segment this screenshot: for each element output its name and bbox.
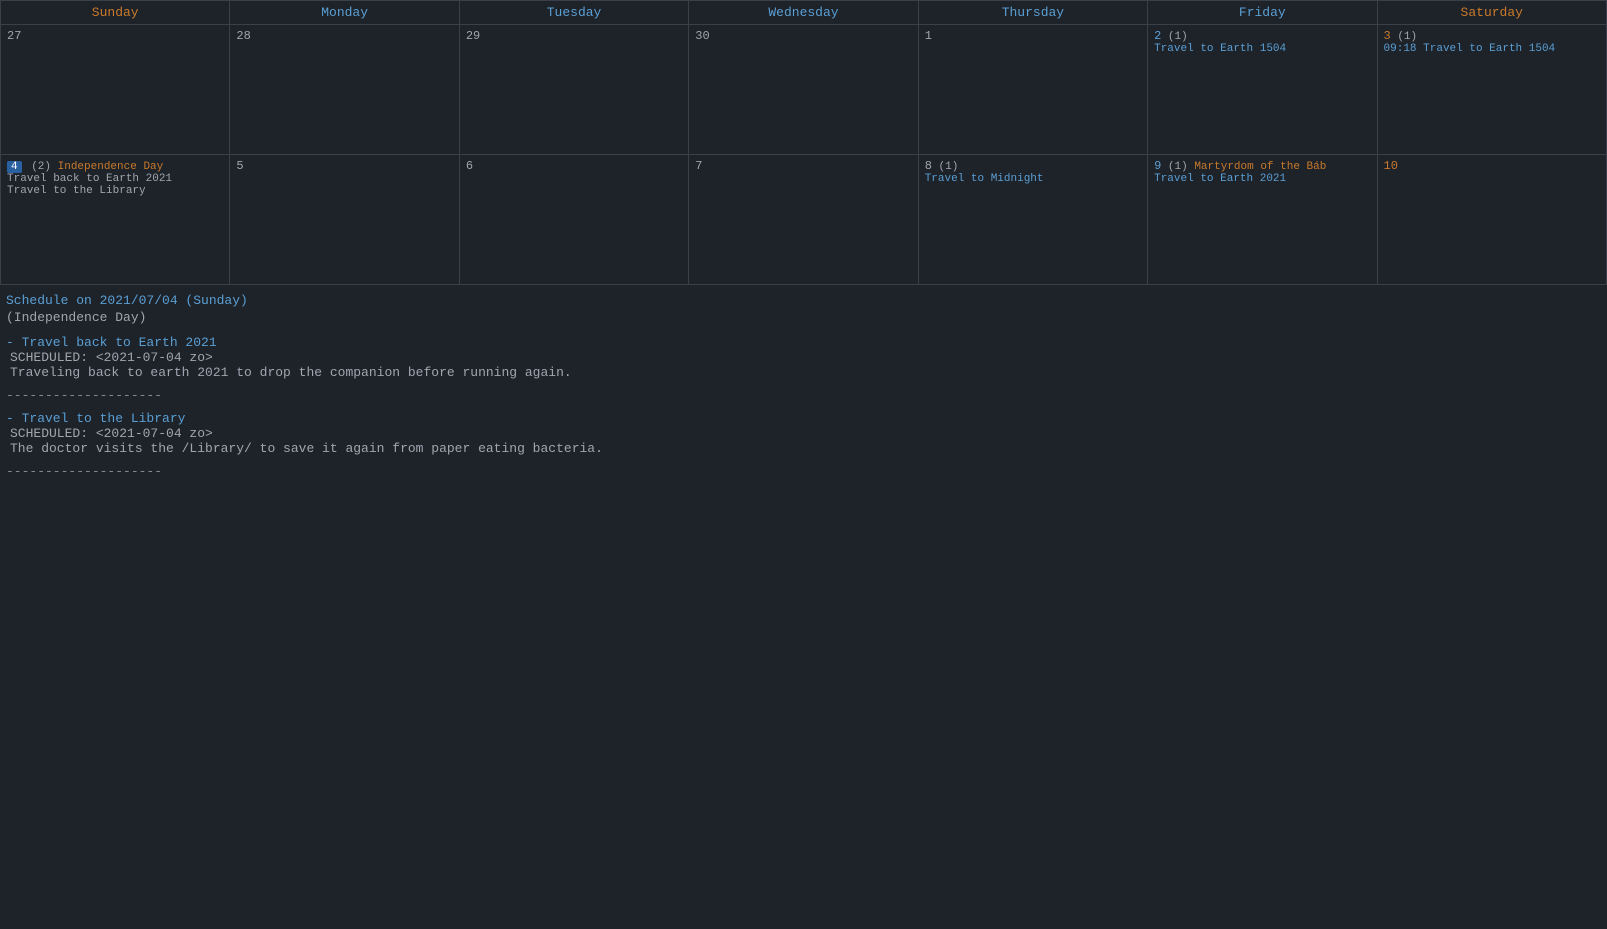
schedule-item-scheduled: SCHEDULED: <2021-07-04 zo> xyxy=(6,350,1601,365)
day-number: 3 (1) xyxy=(1384,29,1600,43)
day-number: 30 xyxy=(695,29,911,43)
schedule-divider: -------------------- xyxy=(6,388,1601,403)
day-event-count: (1) xyxy=(1391,31,1417,43)
day-number: 9 (1) Martyrdom of the Báb xyxy=(1154,159,1370,173)
day-event-count: (1) xyxy=(1161,31,1187,43)
schedule-item-title: - Travel to the Library xyxy=(6,411,1601,426)
calendar-header-saturday: Saturday xyxy=(1377,1,1606,25)
schedule-item-description: The doctor visits the /Library/ to save … xyxy=(6,441,1601,456)
schedule-title: Schedule on 2021/07/04 (Sunday) xyxy=(6,293,1601,308)
calendar-day[interactable]: 27 xyxy=(1,25,230,155)
calendar-day[interactable]: 30 xyxy=(689,25,918,155)
schedule-panel: Schedule on 2021/07/04 (Sunday) (Indepen… xyxy=(0,285,1607,495)
calendar-header-friday: Friday xyxy=(1148,1,1377,25)
day-number-text: 10 xyxy=(1384,159,1398,173)
schedule-item: - Travel back to Earth 2021 SCHEDULED: <… xyxy=(6,335,1601,380)
calendar-day[interactable]: 6 xyxy=(459,155,688,285)
day-event-count: (1) xyxy=(1161,161,1187,173)
calendar-day[interactable]: 4 (2) Independence DayTravel back to Ear… xyxy=(1,155,230,285)
schedule-item-scheduled: SCHEDULED: <2021-07-04 zo> xyxy=(6,426,1601,441)
day-event[interactable]: Travel to Earth 1504 xyxy=(1154,43,1370,55)
calendar-day[interactable]: 5 xyxy=(230,155,459,285)
schedule-divider: -------------------- xyxy=(6,464,1601,479)
schedule-item-description: Traveling back to earth 2021 to drop the… xyxy=(6,365,1601,380)
calendar-header-wednesday: Wednesday xyxy=(689,1,918,25)
calendar-day[interactable]: 10 xyxy=(1377,155,1606,285)
calendar-day[interactable]: 8 (1)Travel to Midnight xyxy=(918,155,1147,285)
day-event[interactable]: Travel to Earth 2021 xyxy=(1154,173,1370,185)
day-number: 10 xyxy=(1384,159,1600,173)
calendar-day[interactable]: 29 xyxy=(459,25,688,155)
day-number: 8 (1) xyxy=(925,159,1141,173)
day-event[interactable]: 09:18 Travel to Earth 1504 xyxy=(1384,43,1600,55)
calendar-week-row: 2728293012 (1)Travel to Earth 15043 (1)0… xyxy=(1,25,1607,155)
calendar-day[interactable]: 7 xyxy=(689,155,918,285)
calendar-day[interactable]: 28 xyxy=(230,25,459,155)
day-number: 1 xyxy=(925,29,1141,43)
day-event[interactable]: Travel back to Earth 2021 xyxy=(7,173,223,185)
schedule-subtitle: (Independence Day) xyxy=(6,310,1601,325)
day-number: 29 xyxy=(466,29,682,43)
day-event[interactable]: Travel to the Library xyxy=(7,185,223,197)
calendar-header-tuesday: Tuesday xyxy=(459,1,688,25)
day-number: 27 xyxy=(7,29,223,43)
day-event-count: (1) xyxy=(932,161,958,173)
day-event-count: (2) xyxy=(25,161,58,173)
day-number: 28 xyxy=(236,29,452,43)
calendar-day[interactable]: 3 (1)09:18 Travel to Earth 1504 xyxy=(1377,25,1606,155)
calendar-day[interactable]: 2 (1)Travel to Earth 1504 xyxy=(1148,25,1377,155)
day-number: 6 xyxy=(466,159,682,173)
calendar-week-row: 4 (2) Independence DayTravel back to Ear… xyxy=(1,155,1607,285)
calendar-day[interactable]: 9 (1) Martyrdom of the BábTravel to Eart… xyxy=(1148,155,1377,285)
day-number: 2 (1) xyxy=(1154,29,1370,43)
day-event[interactable]: Travel to Midnight xyxy=(925,173,1141,185)
calendar-day[interactable]: 1 xyxy=(918,25,1147,155)
calendar-header-thursday: Thursday xyxy=(918,1,1147,25)
schedule-item: - Travel to the Library SCHEDULED: <2021… xyxy=(6,411,1601,456)
day-holiday: Martyrdom of the Báb xyxy=(1188,161,1327,173)
day-holiday: Independence Day xyxy=(58,161,164,173)
day-number-text: 3 xyxy=(1384,29,1391,43)
calendar-table: SundayMondayTuesdayWednesdayThursdayFrid… xyxy=(0,0,1607,285)
schedule-item-title: - Travel back to Earth 2021 xyxy=(6,335,1601,350)
calendar-header-sunday: Sunday xyxy=(1,1,230,25)
day-number: 4 (2) Independence Day xyxy=(7,159,223,173)
calendar-header-monday: Monday xyxy=(230,1,459,25)
day-number: 5 xyxy=(236,159,452,173)
day-number-badge: 4 xyxy=(7,161,22,173)
day-number: 7 xyxy=(695,159,911,173)
